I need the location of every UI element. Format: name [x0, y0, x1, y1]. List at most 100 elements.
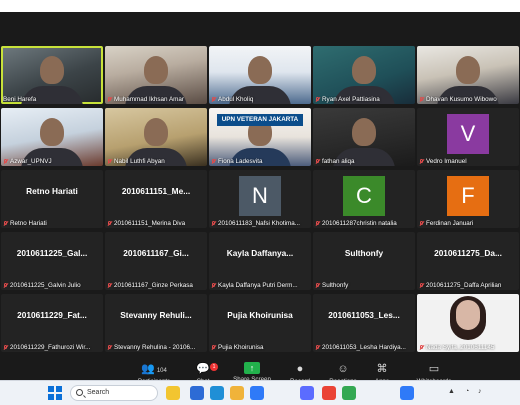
muted-mic-icon [211, 220, 216, 226]
app-icon[interactable] [300, 386, 314, 400]
participant-video-face [456, 300, 480, 330]
participant-name-label: 2010611229_Fathurozi Wir... [3, 344, 101, 351]
participant-name-label: Nabil Luthfi Abyan [107, 158, 205, 165]
record-button[interactable]: ●Record [286, 362, 314, 380]
participant-name-label: Kayla Daffanya Putri Derm... [211, 282, 309, 289]
muted-mic-icon [211, 282, 216, 288]
participant-name-text: Abdul Kholiq [218, 96, 254, 103]
participant-tile[interactable]: V Vedro Imanuel [417, 108, 519, 166]
participant-tile[interactable]: 2010611167_Gi... 2010611167_Ginze Perkasa [105, 232, 207, 290]
participant-tile[interactable]: Pujia Khoirunisa Pujia Khoirunisa [209, 294, 311, 352]
edge-icon[interactable] [210, 386, 224, 400]
participant-name-text: Azwar_UPNVJ [10, 158, 52, 165]
participant-tile[interactable]: N 2010611183_Nafsi Khotima... [209, 170, 311, 228]
participant-display-name-large: Kayla Daffanya... [226, 248, 294, 258]
participant-name-label: Ryan Axel Pattiasina [315, 96, 413, 103]
participant-name-text: Muhammad Ikhsan Amar [114, 96, 184, 103]
participant-tile[interactable]: Nada Syifa_2010611145 [417, 294, 519, 352]
participant-name-text: Beni Harefa [3, 96, 37, 103]
muted-mic-icon [211, 344, 216, 350]
chat-unread-badge: 1 [210, 363, 218, 371]
muted-mic-icon [419, 96, 424, 102]
participant-tile[interactable]: F Ferdinan Januari [417, 170, 519, 228]
participant-tile[interactable]: Muhammad Ikhsan Amar [105, 46, 207, 104]
participant-tile[interactable]: 2010611275_Da... 2010611275_Daffa Aprilia… [417, 232, 519, 290]
participant-name-text: 2010611151_Merina Diva [114, 220, 186, 227]
participant-tile[interactable]: Beni Harefa [1, 46, 103, 104]
participant-tile[interactable]: Kayla Daffanya... Kayla Daffanya Putri De… [209, 232, 311, 290]
participant-name-text: 2010611229_Fathurozi Wir... [10, 344, 91, 351]
muted-mic-icon [315, 344, 320, 350]
participant-name-text: Retno Hariati [10, 220, 47, 227]
participant-tile[interactable]: Stevanny Rehuli... Stevanny Rehulina - 20… [105, 294, 207, 352]
participant-name-label: fathan aliqa [315, 158, 413, 165]
participants-count: 104 [156, 368, 167, 374]
muted-mic-icon [107, 96, 112, 102]
participant-name-text: 2010611167_Ginze Perkasa [114, 282, 193, 289]
participant-tile[interactable]: Azwar_UPNVJ [1, 108, 103, 166]
participant-tile[interactable]: UPN VETERAN JAKARTA Fiona Ladesvita [209, 108, 311, 166]
chat-button[interactable]: 💬1Chat [190, 362, 218, 380]
participant-display-name-large: 2010611225_Gal... [16, 248, 88, 258]
participant-tile[interactable]: Ryan Axel Pattiasina [313, 46, 415, 104]
muted-mic-icon [419, 220, 424, 226]
participants-button[interactable]: 👥104Participants [128, 362, 180, 380]
participant-name-label: Muhammad Ikhsan Amar [107, 96, 205, 103]
participant-name-text: 2010611275_Daffa Aprilian [426, 282, 502, 289]
participant-tile[interactable]: Abdul Kholiq [209, 46, 311, 104]
muted-mic-icon [3, 344, 8, 350]
whiteboards-button[interactable]: ▭Whiteboards [414, 362, 454, 380]
muted-mic-icon [3, 282, 8, 288]
participant-name-label: Stevanny Rehulina - 20106... [107, 344, 205, 351]
network-icon[interactable]: ◔ [465, 388, 469, 395]
record-icon: ● [296, 363, 304, 375]
participant-name-text: Nada Syifa_2010611145 [426, 344, 495, 351]
taskbar-search[interactable]: Search [70, 385, 158, 401]
participants-icon: 👥 104 [141, 363, 167, 375]
file-explorer-icon[interactable] [166, 386, 180, 400]
participant-tile[interactable]: 2010611151_Me... 2010611151_Merina Diva [105, 170, 207, 228]
apps-button[interactable]: ⌘Apps [370, 362, 394, 380]
participant-display-name-large: Pujia Khoirunisa [227, 310, 293, 320]
chrome-icon-2[interactable] [342, 386, 356, 400]
volume-icon[interactable]: ♪ [478, 388, 482, 395]
muted-mic-icon [3, 158, 8, 164]
participant-tile[interactable]: Retno Hariati Retno Hariati [1, 170, 103, 228]
participant-name-label: 2010611183_Nafsi Khotima... [211, 220, 309, 227]
store-icon[interactable] [190, 386, 204, 400]
muted-mic-icon [3, 220, 8, 226]
participant-name-label: 2010611151_Merina Diva [107, 220, 205, 227]
folder-icon[interactable] [230, 386, 244, 400]
participant-name-text: 2010611287christin natalia [322, 220, 397, 227]
participant-tile[interactable]: C 2010611287christin natalia [313, 170, 415, 228]
system-tray: ▲ [448, 388, 455, 395]
participant-name-label: 2010611167_Ginze Perkasa [107, 282, 205, 289]
participant-name-label: Ferdinan Januari [419, 220, 517, 227]
participant-name-label: Nada Syifa_2010611145 [419, 344, 517, 351]
participant-name-label: 2010611287christin natalia [315, 220, 413, 227]
windows-start-button[interactable] [48, 386, 62, 400]
participant-tile[interactable]: Nabil Luthfi Abyan [105, 108, 207, 166]
zoom-meeting-window: Beni Harefa Muhammad Ikhsan Amar Abdul Kho… [0, 12, 520, 380]
participant-tile[interactable]: Dhavan Kusumo Wibowo [417, 46, 519, 104]
reactions-button[interactable]: ☺Reactions [326, 362, 360, 380]
participant-tile[interactable]: fathan aliqa [313, 108, 415, 166]
participant-name-label: Sulthonfy [315, 282, 413, 289]
share-button[interactable]: ↑ Share Screen [232, 362, 272, 380]
chrome-icon[interactable] [322, 386, 336, 400]
top-window-strip [0, 0, 520, 12]
participant-tile[interactable]: 2010611229_Fat... 2010611229_Fathurozi Wi… [1, 294, 103, 352]
participant-name-label: Pujia Khoirunisa [211, 344, 309, 351]
participant-display-name-large: 2010611229_Fat... [17, 310, 87, 320]
zoom-icon[interactable] [250, 386, 264, 400]
participant-tile[interactable]: Sulthonfy Sulthonfy [313, 232, 415, 290]
participant-video-person [40, 56, 64, 84]
participant-name-text: Dhavan Kusumo Wibowo [426, 96, 497, 103]
participant-name-text: 2010611053_Lesha Hardiya... [322, 344, 406, 351]
zoom-icon-2[interactable] [400, 386, 414, 400]
participant-tile[interactable]: 2010611225_Gal... 2010611225_Galvin Julio [1, 232, 103, 290]
participant-display-name-large: 2010611167_Gi... [123, 248, 189, 258]
participant-avatar-letter: F [447, 176, 489, 216]
participant-tile[interactable]: 2010611053_Les... 2010611053_Lesha Hardiy… [313, 294, 415, 352]
participant-name-label: Retno Hariati [3, 220, 101, 227]
